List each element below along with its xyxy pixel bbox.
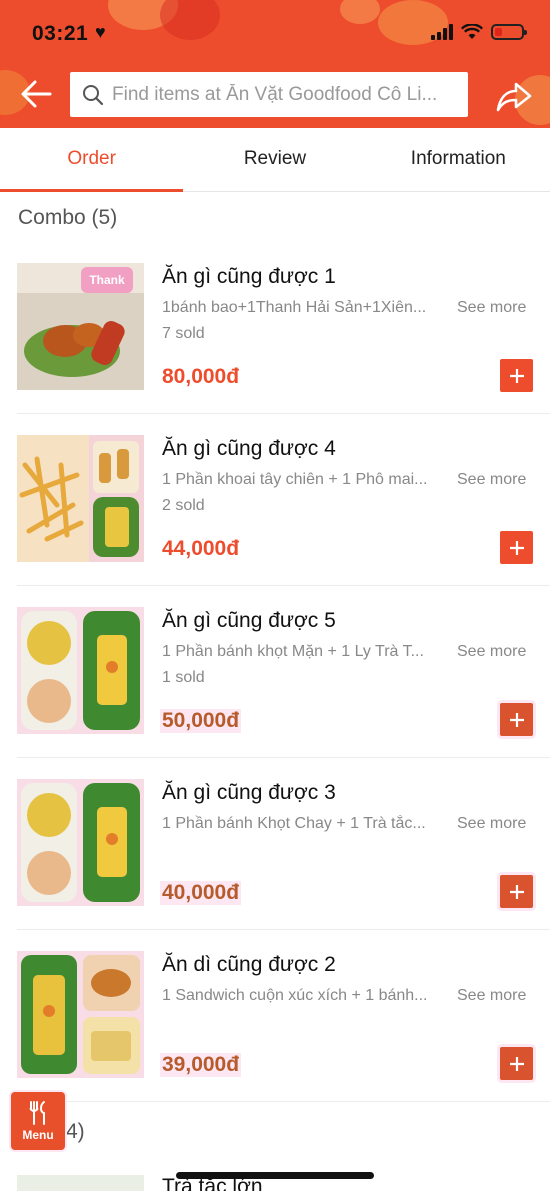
tab-bar: Order Review Information bbox=[0, 128, 550, 192]
tab-order[interactable]: Order bbox=[0, 128, 184, 192]
item-description: 1 Sandwich cuộn xúc xích + 1 bánh... bbox=[162, 987, 428, 1004]
svg-text:Thank: Thank bbox=[89, 273, 125, 287]
product-image bbox=[17, 951, 144, 1078]
add-to-cart-button[interactable] bbox=[500, 875, 533, 908]
list-item[interactable]: Ăn dì cũng được 2 1 Sandwich cuộn xúc xí… bbox=[17, 951, 550, 1123]
item-price: 44,000đ bbox=[162, 537, 240, 560]
product-image: Thank bbox=[17, 263, 144, 390]
see-more-link[interactable]: See more bbox=[457, 299, 526, 317]
item-name: Ăn gì cũng được 4 bbox=[162, 437, 336, 460]
add-to-cart-button[interactable] bbox=[500, 1047, 533, 1080]
list-item[interactable]: Thank Ăn gì cũng được 1 1bánh bao+1Thanh… bbox=[17, 263, 550, 435]
item-name: Ăn gì cũng được 1 bbox=[162, 265, 336, 288]
item-price: 80,000đ bbox=[162, 365, 240, 388]
product-image bbox=[17, 1175, 144, 1191]
item-price: 39,000đ bbox=[160, 1053, 242, 1077]
item-name: Ăn gì cũng được 3 bbox=[162, 781, 336, 804]
see-more-link[interactable]: See more bbox=[457, 987, 526, 1005]
see-more-link[interactable]: See more bbox=[457, 643, 526, 661]
menu-button-label: Menu bbox=[22, 1128, 54, 1142]
shop-header: 03:21 ♥ bbox=[0, 0, 550, 128]
section-title: Combo (5) bbox=[18, 206, 118, 229]
item-name: Ăn dì cũng được 2 bbox=[162, 953, 336, 976]
item-description: 1bánh bao+1Thanh Hải Sản+1Xiên... bbox=[162, 299, 427, 316]
divider bbox=[17, 929, 550, 930]
item-description: 1 Phần bánh khọt Mặn + 1 Ly Trà T... bbox=[162, 643, 424, 660]
heart-icon: ♥ bbox=[95, 22, 106, 42]
search-icon bbox=[83, 84, 104, 105]
fork-knife-icon bbox=[29, 1101, 45, 1125]
signal-icon bbox=[431, 24, 453, 40]
product-image bbox=[17, 779, 144, 906]
list-item[interactable]: Ăn gì cũng được 3 1 Phần bánh Khọt Chay … bbox=[17, 779, 550, 951]
item-sold: 7 sold bbox=[162, 325, 205, 342]
plus-icon bbox=[509, 712, 524, 727]
plus-icon bbox=[509, 884, 524, 899]
battery-icon bbox=[491, 24, 527, 40]
divider bbox=[17, 1101, 550, 1102]
divider bbox=[17, 413, 550, 414]
status-time: 03:21 bbox=[32, 22, 89, 45]
item-description: 1 Phần bánh Khọt Chay + 1 Trà tắc... bbox=[162, 815, 426, 832]
list-item[interactable]: Ăn gì cũng được 5 1 Phần bánh khọt Mặn +… bbox=[17, 607, 550, 779]
item-sold: 1 sold bbox=[162, 669, 205, 686]
arrow-left-icon[interactable] bbox=[18, 74, 58, 114]
status-indicators bbox=[431, 24, 527, 40]
item-sold: 2 sold bbox=[162, 497, 205, 514]
list-item[interactable]: Ăn gì cũng được 4 1 Phần khoai tây chiên… bbox=[17, 435, 550, 607]
wifi-icon bbox=[461, 24, 483, 39]
product-image bbox=[17, 607, 144, 734]
product-image bbox=[17, 435, 144, 562]
search-input[interactable] bbox=[112, 83, 462, 106]
item-description: 1 Phần khoai tây chiên + 1 Phô mai... bbox=[162, 471, 428, 488]
share-icon[interactable] bbox=[494, 76, 534, 116]
home-indicator[interactable] bbox=[176, 1172, 374, 1179]
tab-review[interactable]: Review bbox=[183, 128, 366, 191]
search-box[interactable] bbox=[70, 72, 468, 117]
add-to-cart-button[interactable] bbox=[500, 531, 533, 564]
plus-icon bbox=[509, 368, 524, 383]
rose-decoration bbox=[340, 0, 380, 24]
divider bbox=[17, 585, 550, 586]
see-more-link[interactable]: See more bbox=[457, 471, 526, 489]
add-to-cart-button[interactable] bbox=[500, 359, 533, 392]
item-price: 50,000đ bbox=[160, 709, 242, 733]
see-more-link[interactable]: See more bbox=[457, 815, 526, 833]
rose-decoration bbox=[160, 0, 220, 40]
plus-icon bbox=[509, 1056, 524, 1071]
item-price: 40,000đ bbox=[160, 881, 242, 905]
divider bbox=[17, 757, 550, 758]
tab-information[interactable]: Information bbox=[367, 128, 550, 191]
item-name: Ăn gì cũng được 5 bbox=[162, 609, 336, 632]
menu-button[interactable]: Menu bbox=[11, 1092, 65, 1150]
section-title: 4) bbox=[66, 1120, 85, 1143]
plus-icon bbox=[509, 540, 524, 555]
add-to-cart-button[interactable] bbox=[500, 703, 533, 736]
